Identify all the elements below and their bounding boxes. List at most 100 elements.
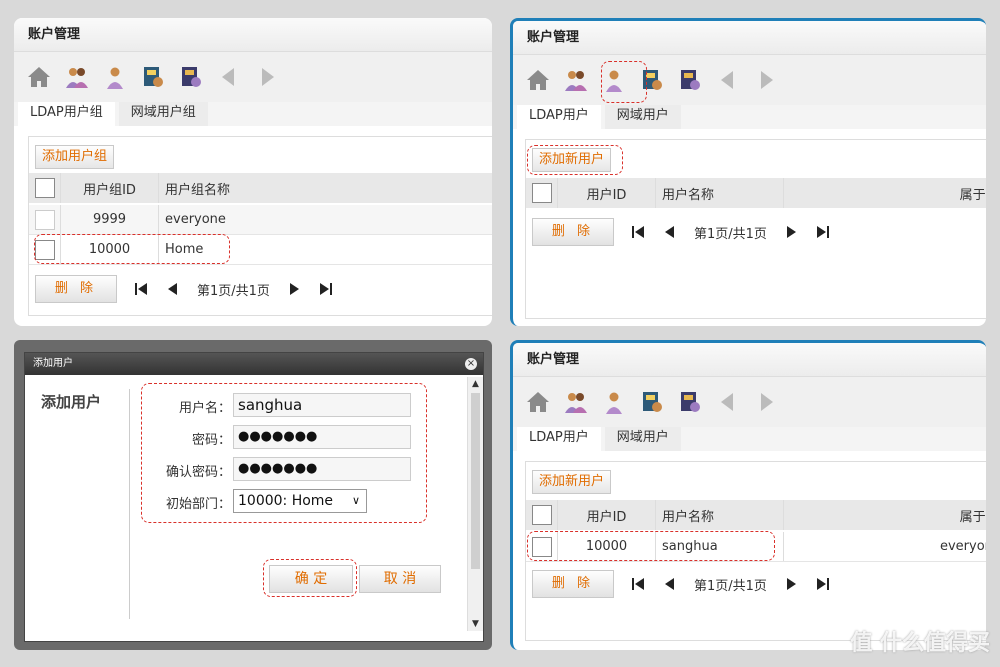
last-page-icon[interactable] [815,576,831,592]
table-header: 用户组ID 用户组名称 [29,173,492,203]
next-page-icon[interactable] [783,576,799,592]
pagination: 删 除 第1页/共1页 [35,275,334,303]
user-belongs-to: everyor [939,539,986,554]
column-user-name[interactable]: 用户名称 [656,500,784,530]
chevron-down-icon: ∨ [351,494,360,507]
scroll-down-icon[interactable]: ▼ [468,617,483,631]
first-page-icon[interactable] [630,224,646,240]
tab-domain-users[interactable]: 网域用户 [604,105,681,129]
add-user-button[interactable]: 添加新用户 [532,148,612,172]
dialog-titlebar: 添加用户 × [25,353,483,375]
password-field[interactable]: ●●●●●●● [233,425,411,449]
group-name: everyone [165,212,226,227]
close-icon[interactable]: × [465,358,477,370]
ldap-book-icon[interactable] [140,64,166,90]
confirm-password-field[interactable]: ●●●●●●● [233,457,411,481]
scroll-thumb[interactable] [471,393,480,569]
last-page-icon[interactable] [318,281,334,297]
delete-button[interactable]: 删 除 [532,218,614,246]
row-checkbox[interactable] [35,209,55,230]
panel-title: 账户管理 [513,343,986,377]
department-select[interactable]: 10000: Home ∨ [233,489,367,513]
page-indicator: 第1页/共1页 [694,226,767,242]
delete-button[interactable]: 删 除 [532,570,614,598]
next-page-icon[interactable] [286,281,302,297]
first-page-icon[interactable] [630,576,646,592]
panel-title: 账户管理 [513,21,986,55]
back-arrow-icon[interactable] [715,389,741,415]
select-all-checkbox[interactable] [532,505,552,525]
user-group-icon[interactable] [563,67,589,93]
next-page-icon[interactable] [783,224,799,240]
column-group-name[interactable]: 用户组名称 [159,173,492,203]
cancel-button[interactable]: 取 消 [359,565,441,593]
group-name: Home [165,242,204,257]
scroll-up-icon[interactable]: ▲ [468,377,483,391]
domain-book-icon[interactable] [178,64,204,90]
scrollbar[interactable]: ▲ ▼ [467,377,483,631]
dialog-title: 添加用户 [33,358,73,369]
username-field[interactable]: sanghua [233,393,411,417]
table-row[interactable]: 10000 Home [29,235,492,265]
home-icon[interactable] [26,64,52,90]
prev-page-icon[interactable] [662,576,678,592]
prev-page-icon[interactable] [662,224,678,240]
column-group-id[interactable]: 用户组ID [61,173,159,203]
first-page-icon[interactable] [133,281,149,297]
column-user-id[interactable]: 用户ID [558,500,656,530]
forward-arrow-icon[interactable] [753,389,779,415]
column-belongs-to[interactable]: 属于| [784,500,986,530]
home-icon[interactable] [525,389,551,415]
add-user-button[interactable]: 添加新用户 [532,470,612,494]
row-checkbox[interactable] [532,536,552,557]
select-all-checkbox[interactable] [532,183,552,203]
user-id: 10000 [558,532,656,561]
forward-arrow-icon[interactable] [254,64,280,90]
content-area: 添加新用户 用户ID 用户名称 属于| 删 除 第1页/共1页 [525,139,986,319]
table-header: 用户ID 用户名称 属于| [526,178,986,208]
prev-page-icon[interactable] [165,281,181,297]
tab-bar: LDAP用户组 网域用户组 [14,102,492,126]
user-name: sanghua [656,532,784,561]
tab-ldap-users[interactable]: LDAP用户 [517,105,601,129]
ok-button[interactable]: 确 定 [269,565,353,593]
user-group-icon[interactable] [64,64,90,90]
user-list-panel: 账户管理 LDAP用户 网域用户 添加新用户 用户ID 用户名称 属于| 100… [510,340,986,650]
select-all-checkbox[interactable] [35,178,55,198]
user-icon[interactable] [102,64,128,90]
department-select-value: 10000: Home [238,493,334,509]
back-arrow-icon[interactable] [715,67,741,93]
table-row[interactable]: 9999 everyone [29,205,492,235]
tab-domain-groups[interactable]: 网域用户组 [118,102,208,126]
column-belongs-to[interactable]: 属于| [784,178,986,208]
content-area: 添加新用户 用户ID 用户名称 属于| 10000 sanghua everyo… [525,461,986,641]
column-user-id[interactable]: 用户ID [558,178,656,208]
user-icon[interactable] [601,389,627,415]
home-icon[interactable] [525,67,551,93]
back-arrow-icon[interactable] [216,64,242,90]
user-group-icon[interactable] [563,389,589,415]
page-indicator: 第1页/共1页 [197,283,270,299]
group-id: 9999 [61,205,159,234]
ldap-book-icon[interactable] [639,67,665,93]
tab-bar: LDAP用户 网域用户 [513,427,986,451]
user-management-panel: 账户管理 LDAP用户 网域用户 添加新用户 用户ID 用户名称 属于| 删 除… [510,18,986,326]
dialog-backdrop: 添加用户 × 添加用户 用户名： sanghua 密码： ●●●●●●● 确认密… [14,340,492,650]
tab-ldap-users[interactable]: LDAP用户 [517,427,601,451]
row-checkbox[interactable] [35,239,55,260]
table-row[interactable]: 10000 sanghua everyor [526,532,986,562]
add-group-button[interactable]: 添加用户组 [35,145,115,169]
last-page-icon[interactable] [815,224,831,240]
content-area: 添加用户组 用户组ID 用户组名称 9999 everyone 10000 Ho… [28,136,492,316]
domain-book-icon[interactable] [677,389,703,415]
user-icon[interactable] [601,67,627,93]
tab-ldap-groups[interactable]: LDAP用户组 [18,102,115,126]
forward-arrow-icon[interactable] [753,67,779,93]
delete-button[interactable]: 删 除 [35,275,117,303]
domain-book-icon[interactable] [677,67,703,93]
tab-domain-users[interactable]: 网域用户 [604,427,681,451]
pagination: 删 除 第1页/共1页 [532,570,831,598]
group-management-panel: 账户管理 LDAP用户组 网域用户组 添加用户组 用户组ID 用户组名称 999… [14,18,492,326]
column-user-name[interactable]: 用户名称 [656,178,784,208]
ldap-book-icon[interactable] [639,389,665,415]
